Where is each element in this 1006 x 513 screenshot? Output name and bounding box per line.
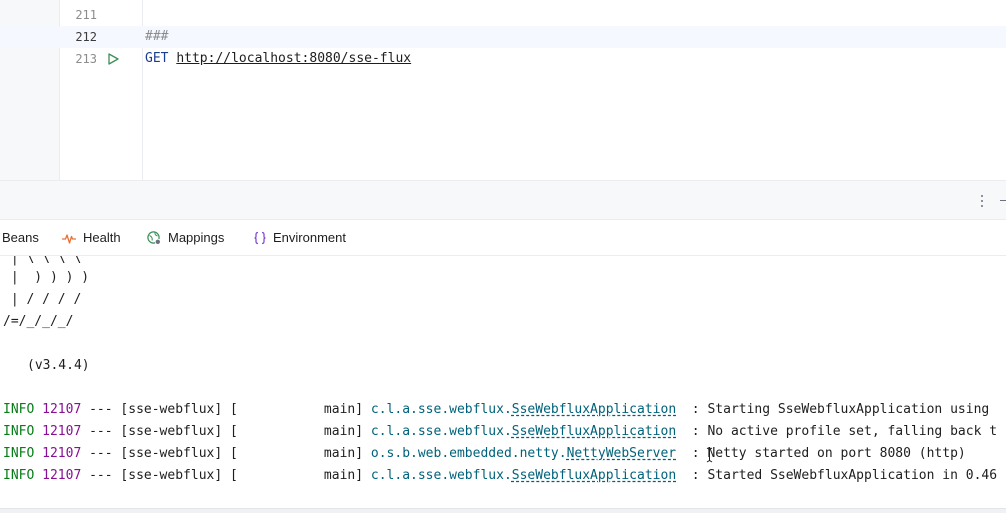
log-level: INFO — [3, 424, 35, 439]
line-number: 212 — [75, 30, 97, 44]
log-logger-class-link[interactable]: SseWebfluxApplication — [512, 424, 676, 439]
environment-braces-icon — [254, 231, 266, 245]
log-pid: 12107 — [42, 468, 82, 483]
log-message: : Netty started on port 8080 (http) — [676, 446, 966, 461]
banner-line: | / / / / — [3, 292, 82, 307]
text-cursor-icon — [706, 447, 713, 463]
log-line: INFO 12107 --- [sse-webflux] [ main] c.l… — [3, 421, 997, 443]
log-pid: 12107 — [42, 424, 82, 439]
tool-window-header — [0, 180, 1006, 220]
log-line: INFO 12107 --- [sse-webflux] [ main] o.s… — [3, 443, 966, 465]
log-logger-package: c.l.a.sse.webflux. — [370, 468, 512, 483]
code-line-211[interactable]: 211 — [0, 4, 1006, 26]
http-method: GET — [145, 51, 169, 66]
banner-line: /=/_/_/_/ — [3, 314, 74, 329]
log-level: INFO — [3, 468, 35, 483]
tab-label: Environment — [273, 230, 346, 245]
request-separator: ### — [145, 29, 169, 44]
log-thread: [ main] — [222, 402, 371, 417]
banner-line: | ) ) ) ) — [3, 270, 90, 285]
spring-boot-version: (v3.4.4) — [27, 358, 90, 373]
log-thread: [ main] — [222, 446, 371, 461]
console-output[interactable]: | \ \ \ \ | ) ) ) ) | / / / / /=/_/_/_/ … — [0, 256, 1006, 512]
tab-label: Mappings — [168, 230, 225, 245]
log-level: INFO — [3, 446, 35, 461]
run-triangle-icon[interactable] — [107, 53, 119, 65]
log-pid: 12107 — [42, 446, 82, 461]
log-app: [sse-webflux] — [120, 402, 223, 417]
log-separator: --- — [81, 402, 121, 417]
log-app: [sse-webflux] — [120, 446, 223, 461]
log-level: INFO — [3, 402, 35, 417]
line-number: 211 — [75, 8, 97, 22]
log-logger-package: o.s.b.web.embedded.netty. — [370, 446, 567, 461]
log-app: [sse-webflux] — [120, 468, 223, 483]
log-message: : Started SseWebfluxApplication in 0.46 — [676, 468, 998, 483]
mappings-globe-icon — [147, 231, 161, 245]
tab-label: Health — [83, 230, 121, 245]
more-options-icon[interactable] — [976, 193, 988, 209]
tab-environment[interactable]: Environment — [253, 220, 353, 256]
log-logger-package: c.l.a.sse.webflux. — [370, 402, 512, 417]
tab-mappings[interactable]: Mappings — [147, 220, 233, 256]
log-separator: --- — [81, 446, 121, 461]
log-app: [sse-webflux] — [120, 424, 223, 439]
tab-label: Beans — [2, 230, 39, 245]
http-editor[interactable]: 211 212 ### 213 GET http://localhost:808… — [0, 0, 1006, 180]
log-separator: --- — [81, 424, 121, 439]
log-logger-class-link[interactable]: SseWebfluxApplication — [512, 468, 676, 483]
log-thread: [ main] — [222, 424, 371, 439]
tab-beans[interactable]: Beans — [2, 220, 42, 256]
log-message: : Starting SseWebfluxApplication using — [676, 402, 990, 417]
code-line-212[interactable]: 212 ### — [0, 26, 1006, 48]
line-number: 213 — [75, 52, 97, 66]
request-url[interactable]: http://localhost:8080/sse-flux — [176, 51, 411, 66]
log-line: INFO 12107 --- [sse-webflux] [ main] c.l… — [3, 399, 989, 421]
log-separator: --- — [81, 468, 121, 483]
log-logger-package: c.l.a.sse.webflux. — [370, 424, 512, 439]
log-thread: [ main] — [222, 468, 371, 483]
request-line: GET http://localhost:8080/sse-flux — [145, 48, 411, 70]
log-message: : No active profile set, falling back t — [676, 424, 998, 439]
minimize-icon[interactable] — [1000, 200, 1006, 201]
code-line-213[interactable]: 213 GET http://localhost:8080/sse-flux — [0, 48, 1006, 70]
log-logger-class-link[interactable]: SseWebfluxApplication — [512, 402, 676, 417]
log-logger-class-link[interactable]: NettyWebServer — [567, 446, 677, 461]
log-pid: 12107 — [42, 402, 82, 417]
log-line: INFO 12107 --- [sse-webflux] [ main] c.l… — [3, 465, 997, 487]
tab-health[interactable]: Health — [62, 220, 128, 256]
bottom-status-edge — [0, 508, 1006, 513]
actuator-tabs: Beans Health Mappings Environment — [0, 220, 1006, 256]
health-pulse-icon — [62, 234, 76, 244]
